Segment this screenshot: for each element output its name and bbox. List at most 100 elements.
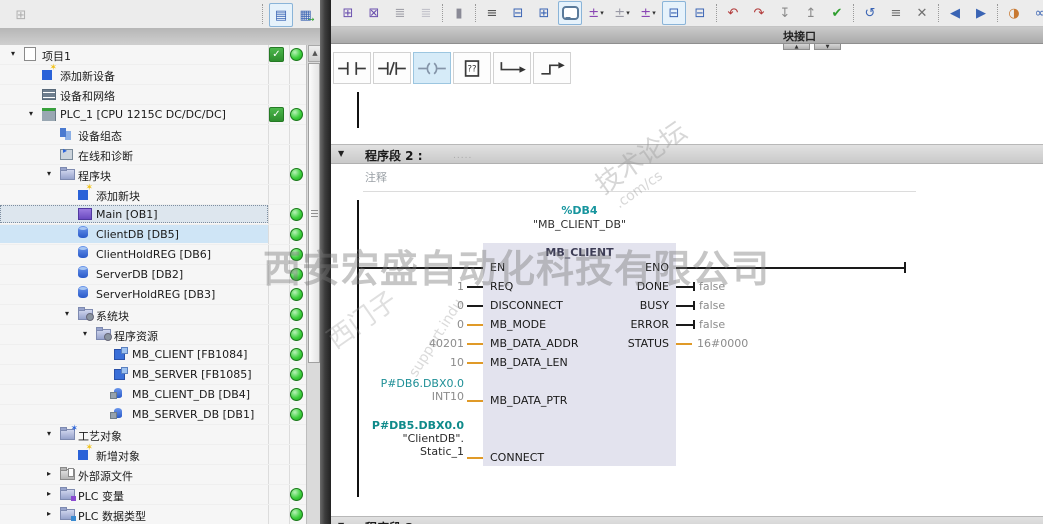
network-3-header[interactable]: ▼ 程序段 3 : <box>331 516 1043 524</box>
compare-online-icon[interactable]: ◑ <box>1002 1 1026 25</box>
reset-start-values-icon[interactable]: ▮ <box>447 1 471 25</box>
tree-item[interactable]: ServerDB [DB2] <box>0 265 320 285</box>
instance-db-number[interactable]: %DB4 <box>483 204 676 217</box>
dropdown-arrow-icon[interactable]: ▾ <box>652 9 656 17</box>
insert-network-icon[interactable]: ⊞ <box>336 1 360 25</box>
nc-contact-button[interactable] <box>373 52 411 84</box>
expander-icon[interactable]: ▾ <box>44 169 54 178</box>
insert-box-icon[interactable]: ≣ <box>414 1 438 25</box>
operand-value[interactable]: "ClientDB". <box>331 432 464 445</box>
tree-item[interactable]: 设备和网络 <box>0 85 320 105</box>
operand-value[interactable]: Static_1 <box>331 445 464 458</box>
tree-item[interactable]: ▸ 外部源文件 <box>0 465 320 485</box>
close-branch-button[interactable] <box>533 52 571 84</box>
tree-item[interactable]: ▾ 项目1 ✓ <box>0 45 320 65</box>
block-interface-toggle-icon[interactable]: ⊟ <box>662 1 686 25</box>
redo-icon[interactable]: ↷ <box>747 1 771 25</box>
tree-item[interactable]: ▾ 程序资源 <box>0 325 320 345</box>
tree-item[interactable]: ▾ PLC_1 [CPU 1215C DC/DC/DC] ✓ <box>0 105 320 125</box>
next-bookmark-icon[interactable]: ▶ <box>969 1 993 25</box>
tree-item[interactable]: 添加新设备 <box>0 63 320 85</box>
expander-icon[interactable]: ▾ <box>80 329 90 338</box>
sysfolder-icon <box>96 327 112 341</box>
monitoring-glasses-icon[interactable]: ∞ <box>1028 1 1043 25</box>
tree-item[interactable]: MB_CLIENT_DB [DB4] <box>0 385 320 405</box>
empty-box-button[interactable]: ?? <box>453 52 491 84</box>
clear-comparison-icon[interactable]: ✕ <box>910 1 934 25</box>
accept-changes-icon[interactable]: ✔ <box>825 1 849 25</box>
expander-icon[interactable]: ▸ <box>44 489 54 498</box>
tree-item[interactable]: Main [OB1] <box>0 205 320 225</box>
expander-icon[interactable]: ▾ <box>8 49 18 58</box>
tree-item[interactable]: ▾ 工艺对象 <box>0 424 320 445</box>
dropdown-arrow-icon[interactable]: ▾ <box>600 9 604 17</box>
coil-button[interactable] <box>413 52 451 84</box>
open-branch-button[interactable] <box>493 52 531 84</box>
expander-icon[interactable]: ▸ <box>44 469 54 478</box>
tree-item[interactable]: 设备组态 <box>0 125 320 145</box>
tree-item[interactable]: ClientDB [DB5] <box>0 225 320 245</box>
tree-item[interactable]: 在线和诊断 <box>0 145 320 165</box>
tree-item[interactable]: ▾ 程序块 <box>0 165 320 185</box>
toggle-comments-icon[interactable] <box>558 1 582 25</box>
tree-item[interactable]: ▸ PLC 变量 <box>0 485 320 505</box>
tree-item[interactable]: ClientHoldREG [DB6] <box>0 245 320 265</box>
tree-item[interactable]: ▾ 系统块 <box>0 305 320 325</box>
dropdown-arrow-icon[interactable]: ▾ <box>626 9 630 17</box>
tree-item-label: ClientDB [DB5] <box>96 228 179 241</box>
undo-icon[interactable]: ↶ <box>721 1 745 25</box>
panel-splitter[interactable] <box>320 0 331 524</box>
operand-value[interactable]: 1 <box>331 280 464 293</box>
tree-item[interactable]: 添加新块 <box>0 183 320 205</box>
mb-client-block[interactable] <box>483 243 676 466</box>
interface-collapse-icon[interactable]: ▼ <box>814 43 841 50</box>
operand-value[interactable]: false <box>699 280 725 293</box>
comment-visibility-icon[interactable]: ± ▾ <box>610 1 634 25</box>
operand-value[interactable]: 0 <box>331 299 464 312</box>
favorites-toggle-icon[interactable]: ⊟ <box>688 1 712 25</box>
operand-value[interactable]: 16#0000 <box>697 337 748 350</box>
symbol-information-icon[interactable]: ± ▾ <box>636 1 660 25</box>
operand-value[interactable]: false <box>699 299 725 312</box>
delete-network-icon[interactable]: ⊠ <box>362 1 386 25</box>
interface-expand-icon[interactable]: ▲ <box>783 43 810 50</box>
insert-row-icon[interactable]: ≣ <box>388 1 412 25</box>
operand-value[interactable]: P#DB5.DBX0.0 <box>331 419 464 432</box>
network-2-header[interactable]: ▼ 程序段 2 : ..... <box>331 144 1043 164</box>
expander-icon[interactable]: ▾ <box>62 309 72 318</box>
tree-item[interactable]: ▸ PLC 数据类型 <box>0 505 320 524</box>
jump-to-error-icon[interactable]: ↺ <box>858 1 882 25</box>
operand-value[interactable]: 40201 <box>331 337 464 350</box>
expander-icon[interactable]: ▾ <box>44 429 54 438</box>
expander-icon[interactable]: ▾ <box>26 109 36 118</box>
portal-view-icon[interactable]: ▦ → <box>295 3 319 27</box>
network-comment[interactable]: 注释 <box>365 169 387 185</box>
details-view-icon[interactable]: ▤ <box>269 3 293 27</box>
tree-item[interactable]: MB_SERVER [FB1085] <box>0 365 320 385</box>
open-all-networks-icon[interactable]: ⊟ <box>506 1 530 25</box>
absolute-operands-icon[interactable]: ± ▾ <box>584 1 608 25</box>
input-wire <box>467 362 483 364</box>
operand-value[interactable]: P#DB6.DBX0.0 <box>331 377 464 390</box>
scrollbar-thumb[interactable] <box>308 63 320 363</box>
no-contact-button[interactable] <box>333 52 371 84</box>
operand-value[interactable]: 0 <box>331 318 464 331</box>
tree-item[interactable]: 新增对象 <box>0 443 320 465</box>
previous-bookmark-icon[interactable]: ◀ <box>943 1 967 25</box>
operand-value[interactable]: false <box>699 318 725 331</box>
expander-icon[interactable]: ▸ <box>44 509 54 518</box>
tree-item[interactable]: MB_SERVER_DB [DB1] <box>0 405 320 425</box>
close-all-networks-icon[interactable]: ⊞ <box>532 1 556 25</box>
upload-icon[interactable]: ↥ <box>799 1 823 25</box>
instance-db-name[interactable]: "MB_CLIENT_DB" <box>483 218 676 231</box>
download-icon[interactable]: ↧ <box>773 1 797 25</box>
address-lines-icon[interactable]: ≡ <box>884 1 908 25</box>
tree-item[interactable]: MB_CLIENT [FB1084] <box>0 345 320 365</box>
tree-item[interactable]: ServerHoldREG [DB3] <box>0 285 320 305</box>
collapse-network-icon[interactable]: ▼ <box>338 149 344 158</box>
tree-scrollbar[interactable]: ▲ <box>306 45 322 524</box>
network-overview-icon[interactable]: ≡ <box>480 1 504 25</box>
operand-value[interactable]: 10 <box>331 356 464 369</box>
operand-value[interactable]: INT10 <box>331 390 464 403</box>
device-proxy-icon[interactable]: ⊞ <box>9 3 33 27</box>
